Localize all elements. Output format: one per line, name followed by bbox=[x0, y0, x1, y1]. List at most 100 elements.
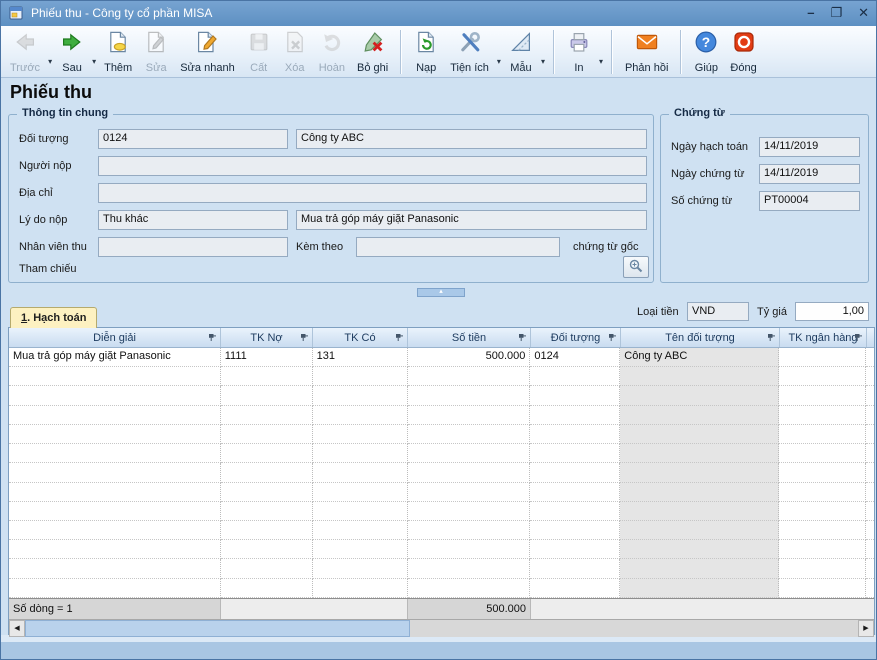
table-cell[interactable] bbox=[9, 463, 221, 482]
doi-tuong-name-input[interactable]: Công ty ABC bbox=[296, 129, 647, 149]
table-cell[interactable] bbox=[530, 559, 620, 578]
table-cell[interactable] bbox=[866, 348, 874, 367]
table-cell[interactable] bbox=[313, 386, 408, 405]
table-cell[interactable] bbox=[866, 406, 874, 425]
table-cell[interactable] bbox=[408, 444, 531, 463]
table-cell[interactable] bbox=[779, 579, 866, 598]
doi-tuong-code-input[interactable]: 0124 bbox=[98, 129, 288, 149]
table-cell[interactable] bbox=[9, 540, 221, 559]
dia-chi-input[interactable] bbox=[98, 183, 647, 203]
table-cell[interactable] bbox=[779, 559, 866, 578]
table-cell[interactable] bbox=[313, 579, 408, 598]
table-cell[interactable] bbox=[620, 386, 779, 405]
table-cell[interactable] bbox=[408, 502, 531, 521]
table-cell[interactable] bbox=[866, 386, 874, 405]
table-cell[interactable] bbox=[866, 483, 874, 502]
table-cell[interactable] bbox=[9, 425, 221, 444]
table-row[interactable]: Mua trả góp máy giặt Panasonic1111131500… bbox=[9, 348, 874, 367]
chungtu-field-input[interactable]: 14/11/2019 bbox=[759, 137, 860, 157]
pin-icon[interactable] bbox=[518, 333, 527, 342]
table-row[interactable] bbox=[9, 463, 874, 482]
table-cell[interactable] bbox=[221, 483, 313, 502]
table-cell[interactable] bbox=[866, 367, 874, 386]
table-cell[interactable] bbox=[9, 579, 221, 598]
ty-gia-input[interactable]: 1,00 bbox=[795, 302, 869, 321]
table-row[interactable] bbox=[9, 540, 874, 559]
table-cell[interactable] bbox=[408, 406, 531, 425]
table-cell[interactable] bbox=[620, 559, 779, 578]
table-cell[interactable] bbox=[313, 367, 408, 386]
table-cell[interactable] bbox=[779, 521, 866, 540]
table-cell[interactable] bbox=[408, 386, 531, 405]
toolbar-button-phan-hoi[interactable]: Phản hồi bbox=[619, 29, 674, 76]
table-cell[interactable] bbox=[221, 521, 313, 540]
table-cell[interactable] bbox=[408, 367, 531, 386]
table-cell[interactable] bbox=[313, 444, 408, 463]
pin-icon[interactable] bbox=[300, 333, 309, 342]
table-cell[interactable] bbox=[779, 367, 866, 386]
toolbar-button-nap[interactable]: Nạp bbox=[408, 29, 444, 76]
table-cell[interactable] bbox=[620, 444, 779, 463]
pin-icon[interactable] bbox=[608, 333, 617, 342]
table-cell[interactable]: Công ty ABC bbox=[620, 348, 779, 367]
table-cell[interactable] bbox=[530, 540, 620, 559]
toolbar-button-dong[interactable]: Đóng bbox=[724, 29, 762, 76]
pin-icon[interactable] bbox=[854, 333, 863, 342]
table-cell[interactable] bbox=[221, 367, 313, 386]
nguoi-nop-input[interactable] bbox=[98, 156, 647, 176]
table-cell[interactable] bbox=[530, 367, 620, 386]
table-cell[interactable] bbox=[408, 540, 531, 559]
table-cell[interactable] bbox=[530, 425, 620, 444]
toolbar-button-tien-ich[interactable]: Tiện ích bbox=[444, 29, 495, 76]
toolbar-dropdown-sau[interactable]: ▾ bbox=[90, 57, 98, 66]
table-cell[interactable] bbox=[779, 406, 866, 425]
table-cell[interactable] bbox=[866, 502, 874, 521]
ly-do-chi-tiet-input[interactable]: Mua trả góp máy giặt Panasonic bbox=[296, 210, 647, 230]
table-cell[interactable] bbox=[9, 444, 221, 463]
toolbar-dropdown-tien-ich[interactable]: ▾ bbox=[495, 57, 503, 66]
maximize-button[interactable]: ❐ bbox=[830, 6, 842, 20]
toolbar-button-them[interactable]: Thêm bbox=[98, 29, 138, 76]
tham-chieu-lookup-button[interactable] bbox=[623, 256, 649, 278]
table-cell[interactable]: 1111 bbox=[221, 348, 313, 367]
scrollbar-track[interactable] bbox=[410, 620, 858, 637]
table-row[interactable] bbox=[9, 406, 874, 425]
table-cell[interactable] bbox=[620, 502, 779, 521]
table-cell[interactable] bbox=[779, 386, 866, 405]
table-cell[interactable] bbox=[313, 502, 408, 521]
table-cell[interactable] bbox=[866, 463, 874, 482]
table-cell[interactable] bbox=[313, 521, 408, 540]
table-cell[interactable] bbox=[620, 483, 779, 502]
table-cell[interactable] bbox=[408, 579, 531, 598]
toolbar-button-giup[interactable]: ?Giúp bbox=[688, 29, 724, 76]
horizontal-scrollbar[interactable]: ◀ ▶ bbox=[9, 619, 874, 637]
table-cell[interactable] bbox=[620, 579, 779, 598]
pin-icon[interactable] bbox=[395, 333, 404, 342]
table-cell[interactable] bbox=[313, 425, 408, 444]
table-cell[interactable] bbox=[620, 540, 779, 559]
table-cell[interactable] bbox=[9, 502, 221, 521]
table-row[interactable] bbox=[9, 425, 874, 444]
table-cell[interactable] bbox=[221, 579, 313, 598]
table-cell[interactable] bbox=[866, 425, 874, 444]
toolbar-dropdown-in[interactable]: ▾ bbox=[597, 57, 605, 66]
table-cell[interactable] bbox=[313, 483, 408, 502]
table-cell[interactable] bbox=[530, 463, 620, 482]
table-cell[interactable] bbox=[620, 406, 779, 425]
table-cell[interactable] bbox=[866, 444, 874, 463]
table-row[interactable] bbox=[9, 521, 874, 540]
table-cell[interactable] bbox=[866, 559, 874, 578]
table-cell[interactable] bbox=[408, 425, 531, 444]
table-row[interactable] bbox=[9, 579, 874, 598]
table-cell[interactable] bbox=[779, 425, 866, 444]
table-cell[interactable] bbox=[221, 425, 313, 444]
table-cell[interactable] bbox=[779, 502, 866, 521]
table-cell[interactable] bbox=[9, 367, 221, 386]
kem-theo-input[interactable] bbox=[356, 237, 560, 257]
table-cell[interactable] bbox=[866, 540, 874, 559]
scroll-right-button[interactable]: ▶ bbox=[858, 620, 874, 637]
table-cell[interactable] bbox=[408, 483, 531, 502]
toolbar-dropdown-mau[interactable]: ▾ bbox=[539, 57, 547, 66]
table-cell[interactable] bbox=[530, 483, 620, 502]
toolbar-dropdown-truoc[interactable]: ▾ bbox=[46, 57, 54, 66]
